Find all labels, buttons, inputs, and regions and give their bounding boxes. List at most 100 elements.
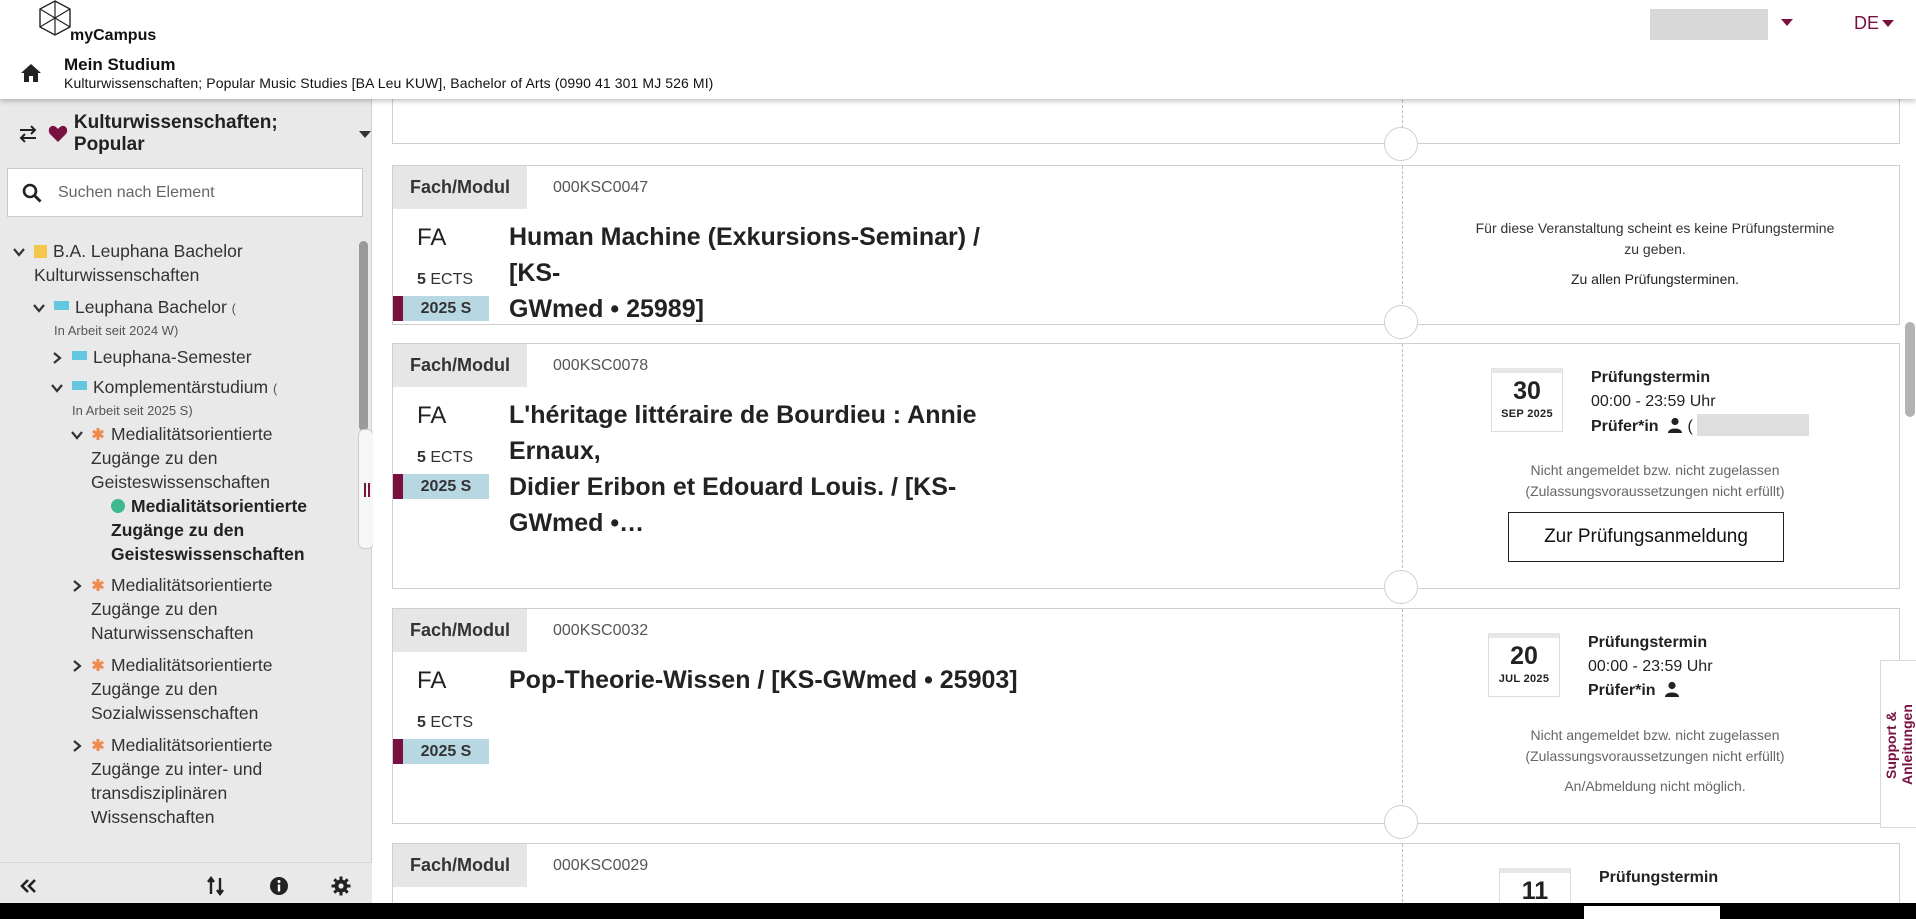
program-tree: B.A. Leuphana Bachelor Kulturwissenschaf… [0,239,356,859]
exam-label: Prüfungstermin [1591,369,1711,386]
user-menu[interactable] [1650,9,1768,40]
exam-details: Prüfungstermin 00:00 - 23:59 Uhr Prüfer*… [1588,631,1713,703]
heart-icon[interactable] [48,125,68,143]
card-divider [1402,166,1403,324]
semester-label: 2025 S [403,739,489,764]
ects-unit: ECTS [430,449,474,466]
swap-icon[interactable] [18,125,38,143]
info-icon[interactable] [268,875,290,897]
module-card-partial [392,99,1900,144]
course-title[interactable]: Human Machine (Exkursions-Seminar) / [KS… [509,219,1029,327]
chevron-down-icon[interactable] [32,301,46,315]
tree-item-label: Wissenschaften [91,807,215,827]
card-notch [1384,570,1418,604]
tree-item-medial-geistes-group[interactable]: Medialitätsorientierte [91,422,272,446]
asterisk-icon [92,739,104,751]
module-card: Fach/Modul 000KSC0047 FA 5 ECTS 2025 S H… [392,165,1900,325]
tree-item-label: Sozialwissenschaften [91,703,259,723]
user-icon [1668,417,1683,433]
status-dot-icon [111,499,125,513]
double-chevron-left-icon[interactable] [18,875,40,897]
course-title-line: GWmed • 25989] [509,295,704,323]
tree-item-medial-natur[interactable]: Medialitätsorientierte [91,573,272,597]
module-square-icon [54,301,69,310]
tree-item-medial-geistes-selected[interactable]: Medialitätsorientierte [111,494,307,518]
tree-item-leuphana-semester[interactable]: Leuphana-Semester [72,345,252,369]
chevron-right-icon[interactable] [70,739,84,753]
course-title-line: Pop-Theorie-Wissen / [KS-GWmed • 25903] [509,666,1018,694]
sort-icon[interactable] [205,875,227,897]
examiner-paren: ( [1687,418,1693,435]
course-title[interactable]: L'héritage littéraire de Bourdieu : Anni… [509,397,1029,541]
tree-item-ba-leuphana[interactable]: B.A. Leuphana Bachelor [34,239,243,263]
chevron-down-icon[interactable] [1781,19,1793,26]
exam-time: 00:00 - 23:59 Uhr [1588,658,1713,675]
sidebar-scroll-thumb[interactable] [359,241,368,431]
semester-badge: 2025 S [393,296,489,321]
tree-item-label: Geisteswissenschaften [91,472,270,492]
search-icon[interactable] [22,183,42,203]
tree-item-label: Zugänge zu den [91,599,218,619]
exam-date-month: JUL 2025 [1498,673,1550,685]
asterisk-icon [92,659,104,671]
sidebar-search [7,168,363,217]
cube-logo-icon[interactable] [38,0,72,36]
brand-name[interactable]: myCampus [70,27,156,45]
card-divider [1402,844,1403,907]
chevron-down-icon[interactable] [1882,20,1894,27]
chevron-right-icon[interactable] [70,659,84,673]
exam-status-line: An/Abmeldung nicht möglich. [1564,778,1746,794]
main-content: Fach/Modul 000KSC0047 FA 5 ECTS 2025 S H… [373,99,1916,907]
card-notch [1384,805,1418,839]
all-exams-link[interactable]: Zu allen Prüfungsterminen. [1415,269,1895,290]
exam-date-box: 30 SEP 2025 [1491,368,1563,432]
chevron-right-icon[interactable] [70,579,84,593]
page-title: Mein Studium [64,55,176,74]
main-scroll-thumb[interactable] [1905,322,1915,417]
examiner-name-redacted [1696,414,1809,436]
asterisk-icon [92,579,104,591]
tree-item-label: Naturwissenschaften [91,623,254,643]
top-header: myCampus Mein Studium Kulturwissenschaft… [0,0,1916,99]
ects-number: 5 [417,449,426,466]
fach-modul-label: Fach/Modul [393,344,527,387]
chevron-right-icon[interactable] [50,351,64,365]
folder-square-icon [34,245,47,258]
fach-modul-label: Fach/Modul [393,609,527,652]
support-tab-label[interactable]: Support & Anleitungen [1883,670,1915,820]
course-title[interactable]: Pop-Theorie-Wissen / [KS-GWmed • 25903] [509,662,1109,698]
tree-item-label: Kulturwissenschaften [34,265,200,285]
status-text: In Arbeit seit 2025 S) [72,403,193,418]
semester-label: 2025 S [403,474,489,499]
ects-unit: ECTS [430,714,474,731]
tree-item-komplementaerstudium[interactable]: Komplementärstudium ( [72,375,277,401]
bottom-strip-segment [1584,906,1720,919]
language-selector[interactable]: DE [1854,13,1879,34]
exam-label: Prüfungstermin [1599,869,1719,886]
semester-accent [393,739,403,764]
search-input[interactable] [58,183,338,202]
home-icon[interactable] [20,63,42,83]
exam-date-box: 20 JUL 2025 [1488,633,1560,697]
exam-status-line: (Zulassungsvoraussetzungen nicht erfüllt… [1525,748,1785,764]
sidebar-title[interactable]: Kulturwissenschaften; Popular [74,112,353,156]
exam-date-box: 11 [1499,868,1571,907]
module-type: FA [417,667,447,694]
gear-icon[interactable] [330,875,352,897]
chevron-down-icon[interactable] [12,245,26,259]
ects-value: 5 ECTS [417,271,473,289]
fach-modul-label: Fach/Modul [393,166,527,209]
exam-status: Nicht angemeldet bzw. nicht zugelassen (… [1415,725,1895,797]
ects-value: 5 ECTS [417,714,473,732]
tree-item-label: Geisteswissenschaften [111,544,305,564]
tree-item-medial-inter[interactable]: Medialitätsorientierte [91,733,272,757]
chevron-down-icon[interactable] [359,130,371,138]
chevron-down-icon[interactable] [50,381,64,395]
tree-item-medial-sozial[interactable]: Medialitätsorientierte [91,653,272,677]
tree-item-leuphana-bachelor[interactable]: Leuphana Bachelor ( [54,295,236,321]
chevron-down-icon[interactable] [70,428,84,442]
exam-registration-button[interactable]: Zur Prüfungsanmeldung [1508,512,1784,562]
exam-status: Nicht angemeldet bzw. nicht zugelassen (… [1415,460,1895,502]
exam-details: Prüfungstermin 00:00 - 23:59 Uhr Prüfer*… [1591,366,1809,439]
sidebar-program-selector[interactable]: Kulturwissenschaften; Popular [18,112,371,155]
